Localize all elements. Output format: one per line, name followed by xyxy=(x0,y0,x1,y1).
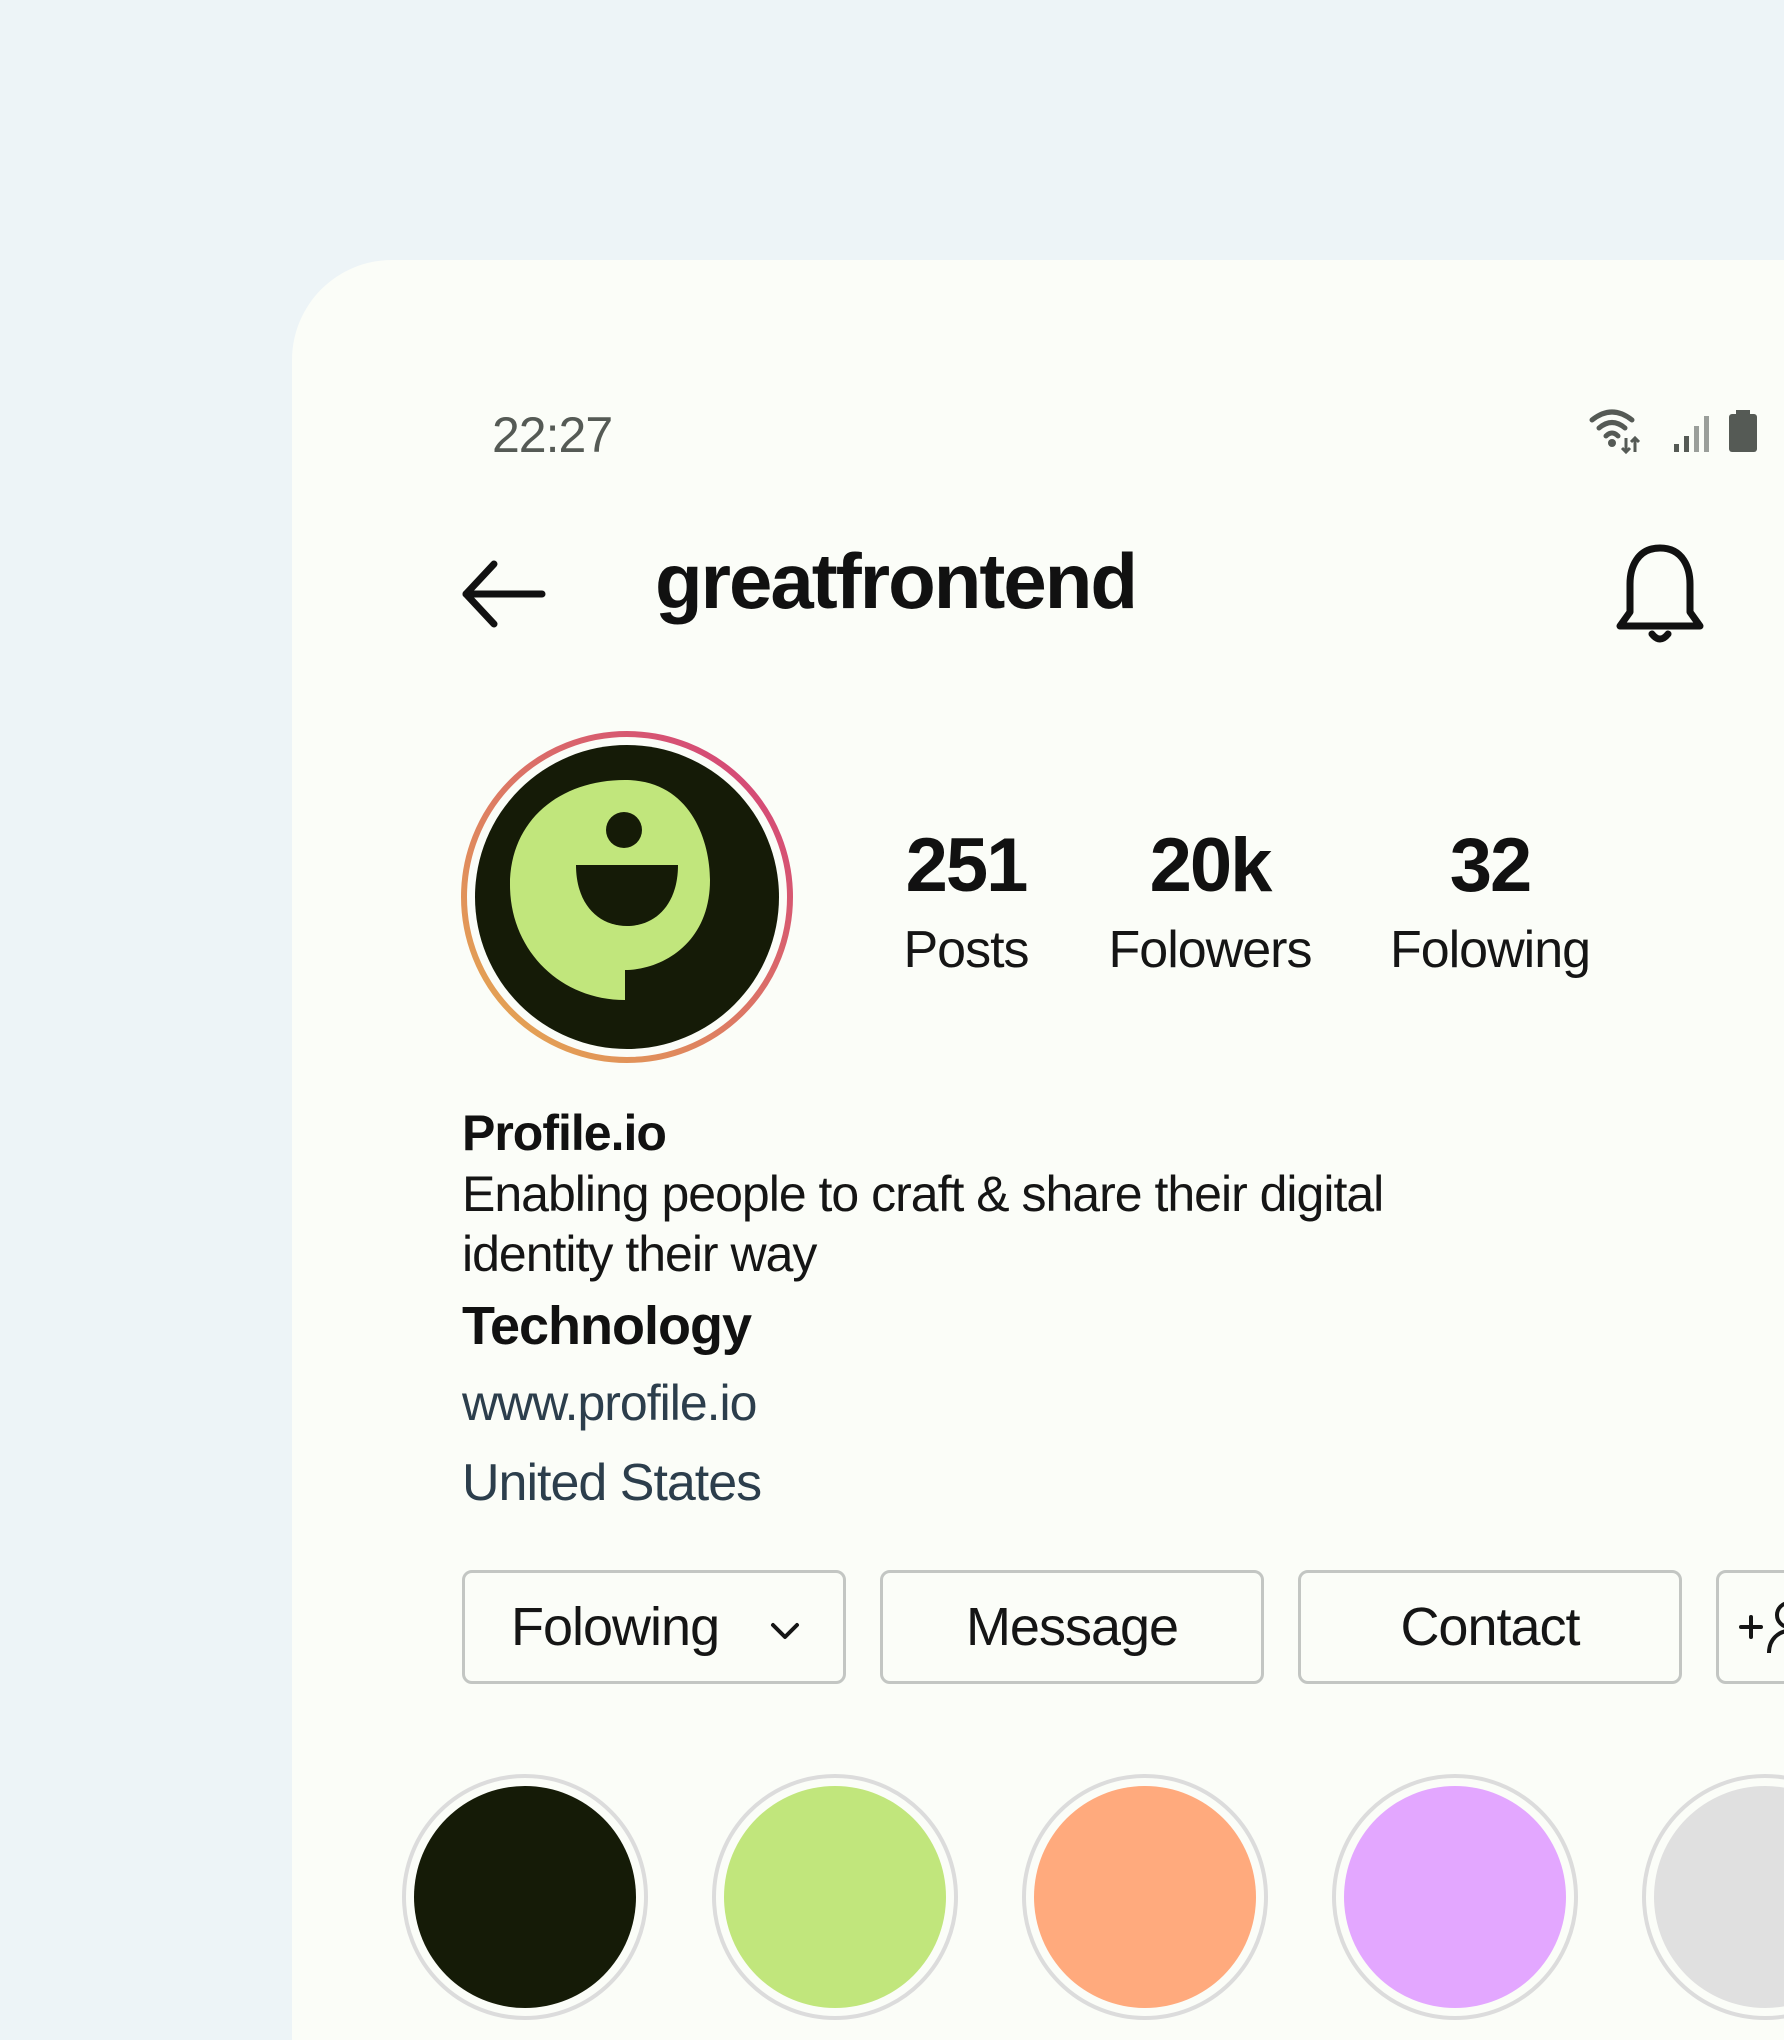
status-time: 22:27 xyxy=(492,407,613,463)
highlight-image xyxy=(1654,1786,1784,2008)
highlight-circle[interactable] xyxy=(1332,1774,1578,2020)
highlight-circle[interactable] xyxy=(1022,1774,1268,2020)
highlight-image xyxy=(414,1786,636,2008)
message-button[interactable]: Message xyxy=(880,1570,1264,1684)
profile-name: Profile.io xyxy=(462,1105,667,1161)
add-user-icon xyxy=(1739,1601,1784,1654)
wifi-icon xyxy=(1589,409,1641,455)
stat-value: 20k xyxy=(1149,823,1273,908)
profile-actions: Folowing Message Contact xyxy=(462,1570,1784,1688)
profile-stats: 251 Posts 20k Folowers 32 Folowing xyxy=(292,828,1784,988)
stat-value: 32 xyxy=(1449,823,1533,908)
phone-screen: 22:27 greatfrontend 251 Posts 20k Folowe… xyxy=(292,260,1784,2040)
contact-button[interactable]: Contact xyxy=(1298,1570,1682,1684)
bell-icon xyxy=(1616,544,1704,643)
add-user-button[interactable] xyxy=(1716,1570,1784,1684)
highlight-image xyxy=(724,1786,946,2008)
page-title: greatfrontend xyxy=(655,537,1138,625)
following-dropdown-button[interactable]: Folowing xyxy=(462,1570,846,1684)
profile-category: Technology xyxy=(462,1296,752,1356)
highlight-circle[interactable] xyxy=(402,1774,648,2020)
arrow-left-icon xyxy=(462,560,546,628)
story-highlights xyxy=(292,1774,1784,2034)
stat-followers[interactable]: 20k Folowers xyxy=(1108,823,1313,979)
stat-posts[interactable]: 251 Posts xyxy=(903,823,1029,979)
profile-description-line-2: identity their way xyxy=(462,1226,817,1282)
status-icons xyxy=(1589,409,1757,455)
highlight-circle[interactable] xyxy=(1642,1774,1784,2020)
profile-bio: Profile.io Enabling people to craft & sh… xyxy=(462,1102,1562,1514)
highlight-circle[interactable] xyxy=(712,1774,958,2020)
stat-label: Folowing xyxy=(1389,921,1591,979)
profile-website-link[interactable]: www.profile.io xyxy=(462,1372,1562,1434)
back-button[interactable] xyxy=(458,550,548,640)
following-button-label: Folowing xyxy=(511,1597,720,1657)
stat-following[interactable]: 32 Folowing xyxy=(1389,823,1591,979)
highlight-image xyxy=(1034,1786,1256,2008)
signal-icon xyxy=(1674,416,1709,452)
notification-button[interactable] xyxy=(1612,540,1708,650)
profile-description-line-1: Enabling people to craft & share their d… xyxy=(462,1166,1384,1222)
stat-label: Posts xyxy=(903,921,1029,979)
chevron-down-icon xyxy=(771,1623,799,1639)
highlight-image xyxy=(1344,1786,1566,2008)
stat-label: Folowers xyxy=(1108,921,1313,979)
stat-value: 251 xyxy=(905,823,1029,908)
profile-location: United States xyxy=(462,1454,762,1512)
battery-icon xyxy=(1729,410,1757,452)
